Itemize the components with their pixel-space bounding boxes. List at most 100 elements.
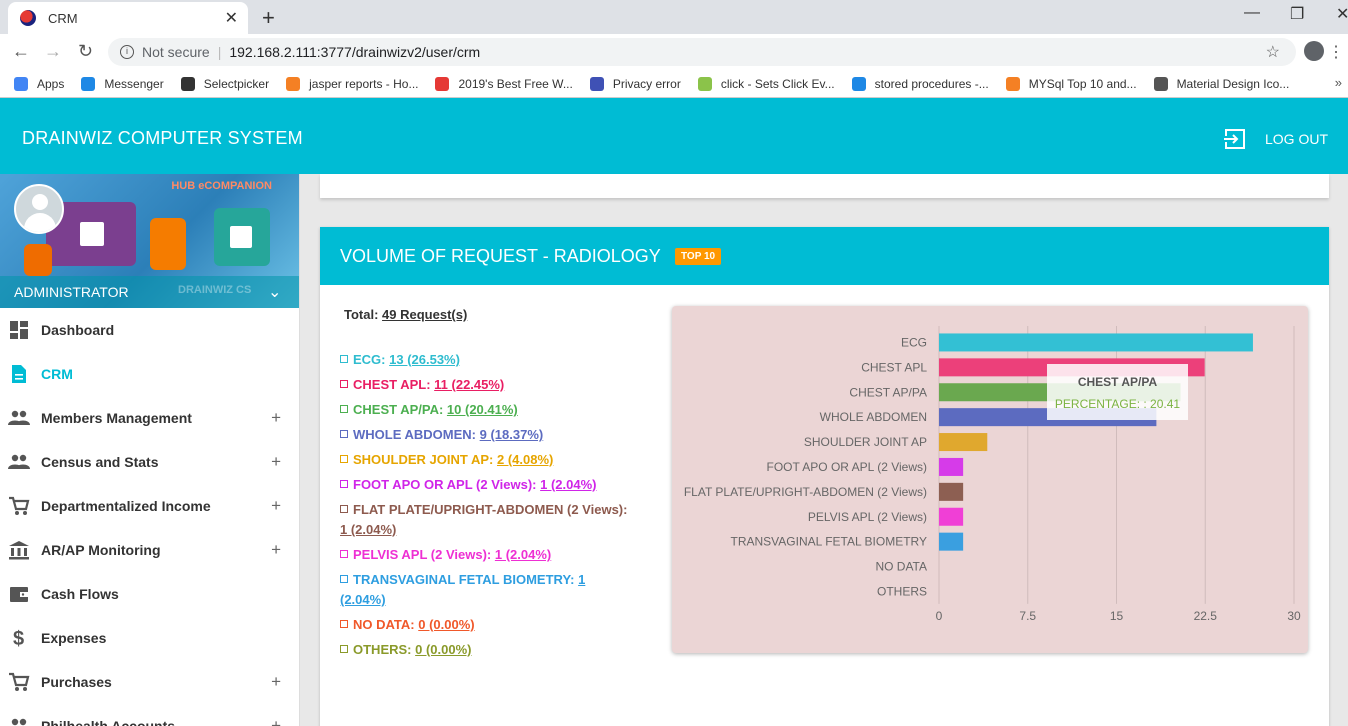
maximize-icon[interactable]: ❐ [1290, 4, 1304, 24]
bank-icon [8, 539, 30, 561]
chevron-down-icon[interactable]: ⌄ [268, 282, 281, 302]
url-text[interactable]: 192.168.2.111:3777/drainwizv2/user/crm [229, 44, 480, 60]
account-icon[interactable] [1304, 41, 1324, 61]
x-tick-label: 22.5 [1194, 609, 1218, 623]
expand-plus-icon[interactable]: + [271, 540, 281, 560]
y-category-label: CHEST APL [861, 360, 927, 374]
cart-icon [8, 671, 30, 693]
bookmark-item[interactable]: jasper reports - Ho... [286, 76, 419, 91]
close-tab-icon[interactable]: ✕ [225, 8, 238, 28]
sidebar-item-ar-ap-monitoring[interactable]: AR/AP Monitoring + [0, 528, 299, 572]
stat-value-link[interactable]: 11 (22.45%) [434, 377, 504, 392]
bookmark-star-icon[interactable]: ☆ [1266, 42, 1280, 62]
bookmark-favicon-icon [1005, 76, 1020, 91]
stat-label: PELVIS APL (2 Views): [353, 547, 492, 562]
legend-square-icon [340, 480, 348, 488]
stat-value-link[interactable]: 0 (0.00%) [418, 617, 474, 632]
bookmark-label: jasper reports - Ho... [309, 76, 419, 91]
bottle-illustration [150, 218, 186, 270]
logout-button[interactable]: LOG OUT [1223, 128, 1328, 150]
stat-value-link[interactable]: 1 (2.04%) [540, 477, 596, 492]
stat-value-link[interactable]: 0 (0.00%) [415, 642, 471, 657]
sidebar-item-expenses[interactable]: $ Expenses [0, 616, 299, 660]
browser-tab[interactable]: CRM ✕ [8, 2, 248, 34]
expand-plus-icon[interactable]: + [271, 716, 281, 726]
bookmark-item[interactable]: MYSql Top 10 and... [1005, 76, 1137, 91]
y-category-label: FOOT APO OR APL (2 Views) [767, 460, 928, 474]
stat-row: FOOT APO OR APL (2 Views): 1 (2.04%) [340, 475, 630, 495]
bookmark-item[interactable]: stored procedures -... [851, 76, 989, 91]
bar [939, 507, 964, 526]
sidebar-item-label: Dashboard [41, 322, 115, 338]
stat-value-link[interactable]: 2 (4.08%) [497, 452, 553, 467]
minimize-icon[interactable]: — [1244, 4, 1260, 22]
sidebar-item-label: Departmentalized Income [41, 498, 211, 514]
stat-label: WHOLE ABDOMEN: [353, 427, 477, 442]
sidebar-item-departmentalized-income[interactable]: Departmentalized Income + [0, 484, 299, 528]
bookmark-label: Messenger [104, 76, 164, 91]
expand-plus-icon[interactable]: + [271, 496, 281, 516]
expand-plus-icon[interactable]: + [271, 452, 281, 472]
stat-value-link[interactable]: 1 (2.04%) [495, 547, 551, 562]
avatar[interactable] [14, 184, 64, 234]
sidebar-item-cash-flows[interactable]: Cash Flows [0, 572, 299, 616]
y-category-label: ECG [901, 335, 927, 349]
sidebar-item-dashboard[interactable]: Dashboard [0, 308, 299, 352]
total-value[interactable]: 49 Request(s) [382, 307, 467, 322]
y-category-label: SHOULDER JOINT AP [804, 435, 927, 449]
forward-icon[interactable]: → [44, 41, 62, 62]
sidebar-item-label: AR/AP Monitoring [41, 542, 161, 558]
jar-illustration [24, 244, 52, 276]
bookmark-item[interactable]: Messenger [81, 76, 164, 91]
expand-plus-icon[interactable]: + [271, 408, 281, 428]
url-separator: | [217, 44, 222, 60]
watermark: DRAINWIZ CS [178, 284, 252, 296]
sidebar-item-philhealth-accounts[interactable]: Philhealth Accounts + [0, 704, 299, 726]
bookmarks-bar: Apps Messenger Selectpicker jasper reports … [0, 70, 1348, 98]
bookmark-item[interactable]: Selectpicker [180, 76, 269, 91]
bookmark-item[interactable]: Privacy error [589, 76, 681, 91]
bookmark-favicon-icon [851, 76, 866, 91]
crm-favicon-icon [20, 10, 36, 26]
sidebar-item-census-and-stats[interactable]: Census and Stats + [0, 440, 299, 484]
reload-icon[interactable]: ↻ [78, 41, 93, 62]
sidebar-item-crm[interactable]: CRM [0, 352, 299, 396]
back-icon[interactable]: ← [12, 41, 30, 62]
chart-tooltip: CHEST AP/PA PERCENTAGE: : 20.41 [1047, 364, 1188, 420]
stats-list: Total: 49 Request(s) ECG: 13 (26.53%) CHE… [340, 307, 630, 665]
url-bar[interactable]: i Not secure | 192.168.2.111:3777/drainw… [108, 38, 1296, 66]
sidebar-item-label: Members Management [41, 410, 192, 426]
bookmark-item[interactable]: Apps [14, 76, 64, 91]
stat-label: SHOULDER JOINT AP: [353, 452, 494, 467]
bookmark-item[interactable]: Material Design Ico... [1153, 76, 1290, 91]
stat-row: TRANSVAGINAL FETAL BIOMETRY: 1 (2.04%) [340, 570, 630, 610]
sidebar-item-label: Cash Flows [41, 586, 119, 602]
x-tick-label: 7.5 [1019, 609, 1036, 623]
stat-label: CHEST APL: [353, 377, 431, 392]
new-tab-icon[interactable]: + [262, 5, 275, 31]
tab-title: CRM [48, 10, 78, 26]
bookmark-label: click - Sets Click Ev... [720, 76, 835, 91]
sidebar-item-label: CRM [41, 366, 73, 382]
expand-plus-icon[interactable]: + [271, 672, 281, 692]
legend-square-icon [340, 575, 348, 583]
info-icon[interactable]: i [120, 45, 134, 59]
close-window-icon[interactable]: ✕ [1336, 4, 1348, 24]
stat-label: CHEST AP/PA: [353, 402, 444, 417]
stat-value-link[interactable]: 9 (18.37%) [480, 427, 544, 442]
address-bar-row: ← → ↻ i Not secure | 192.168.2.111:3777/… [0, 34, 1348, 70]
stat-value-link[interactable]: 1 (2.04%) [340, 522, 396, 537]
bookmark-favicon-icon [697, 76, 712, 91]
more-bookmarks-icon[interactable]: » [1335, 75, 1342, 90]
sidebar-item-purchases[interactable]: Purchases + [0, 660, 299, 704]
bookmark-item[interactable]: 2019's Best Free W... [435, 76, 573, 91]
bookmark-item[interactable]: click - Sets Click Ev... [697, 76, 835, 91]
bookmark-label: Material Design Ico... [1176, 76, 1290, 91]
sidebar-item-members-management[interactable]: Members Management + [0, 396, 299, 440]
stat-value-link[interactable]: 13 (26.53%) [389, 352, 460, 367]
bookmark-label: MYSql Top 10 and... [1028, 76, 1137, 91]
dollar-icon: $ [8, 627, 30, 649]
user-bar[interactable]: ADMINISTRATOR DRAINWIZ CS ⌄ [0, 276, 299, 308]
browser-menu-icon[interactable]: ⋮ [1328, 42, 1344, 62]
stat-value-link[interactable]: 10 (20.41%) [447, 402, 518, 417]
